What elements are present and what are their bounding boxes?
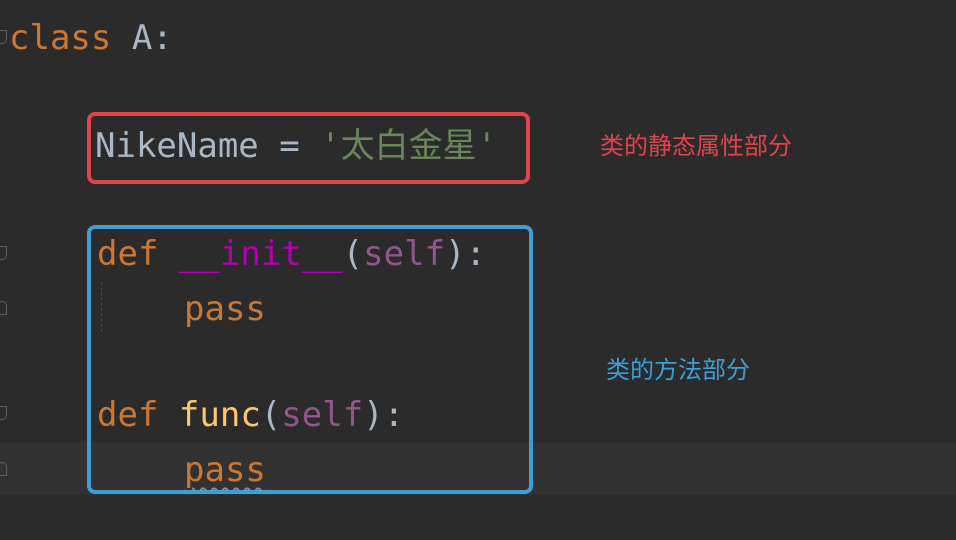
fold-collapse-icon[interactable] [0, 30, 7, 44]
methods-highlight-box [87, 225, 533, 494]
fold-collapse-icon[interactable] [0, 246, 7, 260]
static-attr-highlight-box [87, 112, 530, 184]
keyword-class: class [9, 18, 112, 58]
fold-end-icon[interactable] [0, 462, 7, 476]
code-editor[interactable]: class A: NikeName = '太白金星' def __init__(… [0, 0, 956, 540]
static-attr-annotation: 类的静态属性部分 [600, 132, 792, 160]
methods-annotation: 类的方法部分 [606, 356, 750, 384]
fold-end-icon[interactable] [0, 301, 7, 315]
fold-collapse-icon[interactable] [0, 406, 7, 420]
class-name: A: [111, 18, 173, 58]
code-line-class-def[interactable]: class A: [9, 10, 173, 66]
